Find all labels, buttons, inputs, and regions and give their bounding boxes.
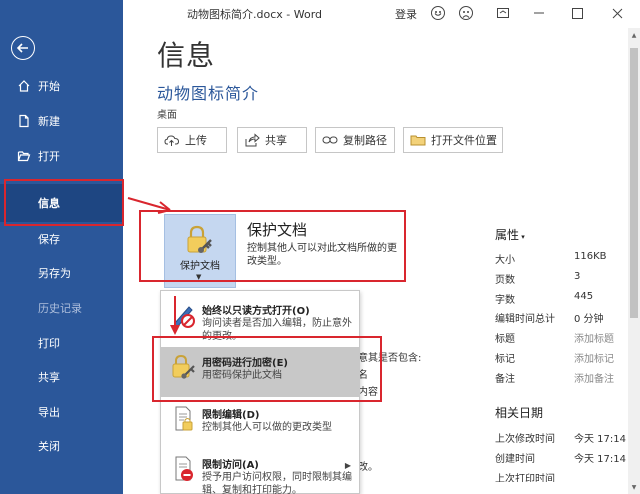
annotation-arrows bbox=[127, 197, 180, 335]
